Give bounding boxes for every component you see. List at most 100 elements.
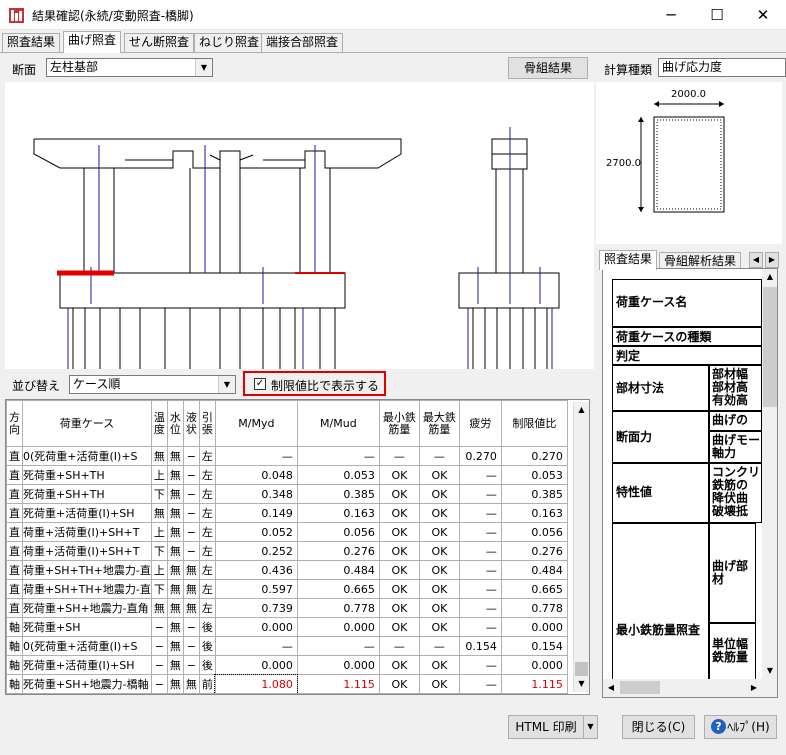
tab-bending-check[interactable]: 曲げ照査 [63, 31, 122, 53]
table-cell: − [182, 522, 200, 542]
table-cell: 直 [6, 579, 23, 599]
bottom-button-bar: HTML 印刷 ▼ 閉じる(C) ? ﾍﾙﾌﾟ(H) [0, 705, 786, 755]
tab-joint-check[interactable]: 端接合部照査 [261, 33, 344, 52]
table-cell: 0.149 [214, 503, 298, 523]
col-header[interactable]: 疲労 [458, 400, 502, 447]
col-header[interactable]: 水位 [166, 400, 184, 447]
col-header[interactable]: M/Myd [214, 400, 298, 447]
table-cell: 左 [198, 484, 216, 504]
table-row[interactable]: 直死荷重+活荷重(Ⅰ)+SH 無無 − 左 0.149 0.163 OK OK —0.163 [6, 503, 568, 523]
results-table: 方向 荷重ケース 温度 水位 液状 引張 M/Myd M/Mud 最小鉄筋量 最… [5, 399, 590, 695]
help-button[interactable]: ? ﾍﾙﾌﾟ(H) [704, 715, 777, 739]
table-cell: 左 [198, 446, 216, 466]
scroll-down-icon[interactable]: ▼ [574, 676, 589, 692]
table-row[interactable]: 直荷重+SH+TH+地震力-直下無無左 0.597 0.665 OK OK —0.665 [6, 579, 568, 599]
col-header[interactable]: 方向 [6, 400, 23, 447]
section-select[interactable]: 左柱基部 ▼ [46, 58, 213, 77]
col-header[interactable]: 液状 [182, 400, 200, 447]
table-cell: 直 [6, 503, 23, 523]
table-cell: 0.154 [458, 636, 502, 656]
tab-scroll-right-icon[interactable]: ▶ [765, 252, 779, 268]
scroll-up-icon[interactable]: ▲ [574, 402, 589, 418]
maximize-button[interactable]: ☐ [694, 0, 740, 30]
table-cell: 0.163 [500, 503, 568, 523]
table-cell: OK [378, 560, 420, 580]
table-row[interactable]: 軸死荷重+SH − 無 − 後 0.000 0.000 OK OK —0.000 [6, 617, 568, 637]
ratio-checkbox-highlight: ✓ 制限値比で表示する [243, 371, 386, 396]
ratio-checkbox-label[interactable]: 制限値比で表示する [271, 377, 379, 394]
calc-type-field[interactable]: 曲げ応力度 [658, 58, 786, 77]
panel-horizontal-scrollbar[interactable]: ◀ ▶ [603, 679, 777, 697]
html-print-button[interactable]: HTML 印刷 [508, 715, 583, 739]
html-print-dropdown[interactable]: ▼ [583, 715, 598, 739]
effective-height-label: 有効高 [712, 393, 749, 407]
col-header[interactable]: 最小鉄筋量 [378, 400, 420, 447]
table-cell: 0.276 [500, 541, 568, 561]
table-cell: 左 [198, 579, 216, 599]
sort-select[interactable]: ケース順 ▼ [69, 375, 236, 394]
panel-vertical-scrollbar[interactable]: ▲ ▼ [762, 269, 777, 679]
table-cell: 直 [6, 522, 23, 542]
table-cell: 0.348 [214, 484, 298, 504]
table-vertical-scrollbar[interactable]: ▲ ▼ [573, 402, 589, 692]
table-cell: 無 [166, 446, 184, 466]
col-header[interactable]: 制限値比 [500, 400, 568, 447]
table-cell: 0.163 [296, 503, 380, 523]
pier-elevation-drawing [33, 127, 560, 369]
table-cell: OK [418, 617, 460, 637]
tab-scroll-left-icon[interactable]: ◀ [749, 252, 763, 268]
chevron-down-icon: ▼ [587, 722, 594, 731]
frame-result-button[interactable]: 骨組結果 [508, 57, 588, 79]
sort-select-value: ケース順 [73, 377, 121, 391]
col-header[interactable]: 温度 [150, 400, 168, 447]
tab-shear-check[interactable]: せん断照査 [124, 33, 195, 52]
tab-check-results[interactable]: 照査結果 [2, 33, 61, 52]
chevron-down-icon: ▼ [218, 376, 235, 393]
table-cell: OK [378, 598, 420, 618]
table-cell: 0.000 [500, 655, 568, 675]
table-row[interactable]: 直荷重+SH+TH+地震力-直上無無左 0.436 0.484 OK OK —0.484 [6, 560, 568, 580]
right-tab-bar: 照査結果 骨組解析結果 ◀ ▶ [597, 250, 786, 271]
scroll-right-icon[interactable]: ▶ [746, 680, 762, 696]
table-cell: OK [418, 579, 460, 599]
table-row[interactable]: 直荷重+活荷重(Ⅰ)+SH+T 上無 − 左 0.052 0.056 OK OK —0.056 [6, 522, 568, 542]
close-button[interactable]: 閉じる(C) [622, 715, 695, 739]
table-cell: 0.000 [214, 655, 298, 675]
col-header[interactable]: 最大鉄筋量 [418, 400, 460, 447]
col-header[interactable]: 荷重ケース [22, 400, 152, 447]
tab-bar: 照査結果 曲げ照査 せん断照査 ねじり照査 端接合部照査 [0, 31, 786, 53]
table-row[interactable]: 軸 0(死荷重+活荷重(Ⅰ)+S − 無 − 後 — — — —0.154 0.154 [6, 636, 568, 656]
table-row[interactable]: 軸死荷重+活荷重(Ⅰ)+SH − 無 − 後 0.000 0.000 OK OK —0.000 [6, 655, 568, 675]
col-header[interactable]: 引張 [198, 400, 216, 447]
table-cell: 0.053 [500, 465, 568, 485]
table-cell: 前 [198, 674, 216, 694]
table-row[interactable]: 直 0(死荷重+活荷重(Ⅰ)+S 無無 − 左 — — — —0.270 0.270 [6, 446, 568, 466]
table-row[interactable]: 直死荷重+SH+TH 下無 − 左 0.348 0.385 OK OK —0.385 [6, 484, 568, 504]
judgment-label: 判定 [612, 346, 762, 365]
table-row[interactable]: 軸死荷重+SH+地震力-橋軸 − 無無前 1.080 1.115 OK OK —1.115 [6, 673, 568, 694]
table-cell: — [418, 636, 460, 656]
tab-check-result-detail[interactable]: 照査結果 [599, 250, 658, 270]
table-cell: 死荷重+SH+TH [22, 465, 152, 485]
table-row[interactable]: 直死荷重+SH+地震力-直角無無無左 0.739 0.778 OK OK —0.778 [6, 598, 568, 618]
scroll-left-icon[interactable]: ◀ [603, 680, 619, 696]
table-cell: 0.597 [214, 579, 298, 599]
ratio-checkbox[interactable]: ✓ [254, 378, 266, 390]
table-row[interactable]: 直荷重+活荷重(Ⅰ)+SH+T 下無 − 左 0.252 0.276 OK OK —0.276 [6, 541, 568, 561]
table-cell: 死荷重+SH+TH [22, 484, 152, 504]
minimize-icon: ─ [666, 6, 676, 24]
panel-scroll-thumb[interactable] [763, 287, 777, 407]
col-header[interactable]: M/Mud [296, 400, 380, 447]
table-row[interactable]: 直死荷重+SH+TH 上無 − 左 0.048 0.053 OK OK —0.053 [6, 465, 568, 485]
axial-force-label: 軸力 [712, 446, 737, 460]
table-cell: OK [418, 503, 460, 523]
table-cell: 0.665 [296, 579, 380, 599]
scroll-thumb[interactable] [575, 662, 588, 676]
table-cell: 左 [198, 465, 216, 485]
scroll-up-icon[interactable]: ▲ [762, 269, 777, 285]
panel-hscroll-thumb[interactable] [620, 681, 660, 694]
close-window-button[interactable]: ✕ [740, 0, 786, 30]
tab-torsion-check[interactable]: ねじり照査 [194, 33, 265, 52]
minimize-button[interactable]: ─ [648, 0, 694, 30]
scroll-down-icon[interactable]: ▼ [762, 663, 777, 679]
